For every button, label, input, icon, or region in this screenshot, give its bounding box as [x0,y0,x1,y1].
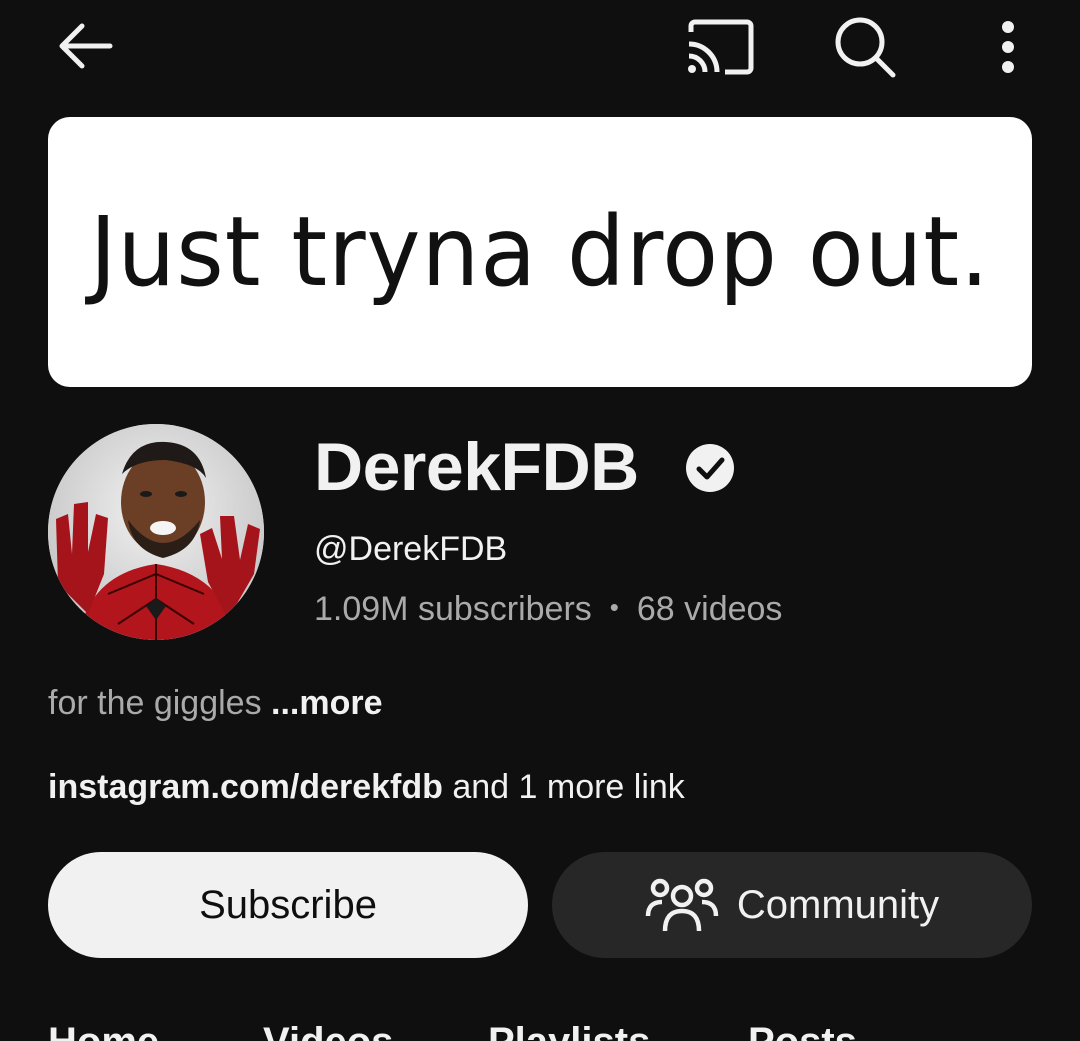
channel-handle: @DerekFDB [314,530,508,568]
subscribe-button[interactable]: Subscribe [48,852,528,958]
subscribe-label: Subscribe [199,882,377,927]
channel-page: Just tryna drop out. DerekFDB @DerekFDB … [0,0,1080,1041]
channel-tabs: Home Videos Playlists Posts [48,1020,1048,1041]
tab-posts[interactable]: Posts [748,1020,857,1041]
community-button[interactable]: Community [552,852,1032,958]
community-label: Community [736,882,940,927]
cast-button[interactable] [676,12,764,82]
channel-stats: 1.09M subscribers • 68 videos [314,590,782,629]
community-people-icon [645,878,719,932]
top-app-bar [0,0,1080,92]
verified-check-icon [686,444,734,492]
description-more-link[interactable]: ...more [271,684,382,722]
video-count: 68 videos [636,590,783,628]
search-button[interactable] [822,10,908,84]
channel-avatar[interactable] [48,424,264,640]
banner-text: Just tryna drop out. [89,196,991,308]
description-text: for the giggles [48,684,272,722]
more-vert-icon [1002,21,1014,73]
channel-links[interactable]: instagram.com/derekfdb and 1 more link [48,768,685,807]
arrow-back-icon [59,23,113,69]
more-options-button[interactable] [978,12,1038,82]
tab-playlists[interactable]: Playlists [488,1020,650,1041]
back-button[interactable] [46,14,122,78]
channel-name: DerekFDB [314,429,639,505]
tab-videos[interactable]: Videos [263,1020,393,1041]
cast-icon [688,19,754,75]
avatar-image [48,424,264,640]
more-links-text[interactable]: and 1 more link [443,768,684,806]
instagram-link[interactable]: instagram.com/derekfdb [48,768,443,806]
search-icon [835,17,896,78]
tab-home[interactable]: Home [48,1020,159,1041]
channel-description[interactable]: for the giggles ...more [48,684,383,723]
stats-separator: • [609,592,619,622]
verified-badge [684,442,736,494]
subscriber-count: 1.09M subscribers [314,590,592,628]
channel-banner[interactable]: Just tryna drop out. [48,117,1032,387]
